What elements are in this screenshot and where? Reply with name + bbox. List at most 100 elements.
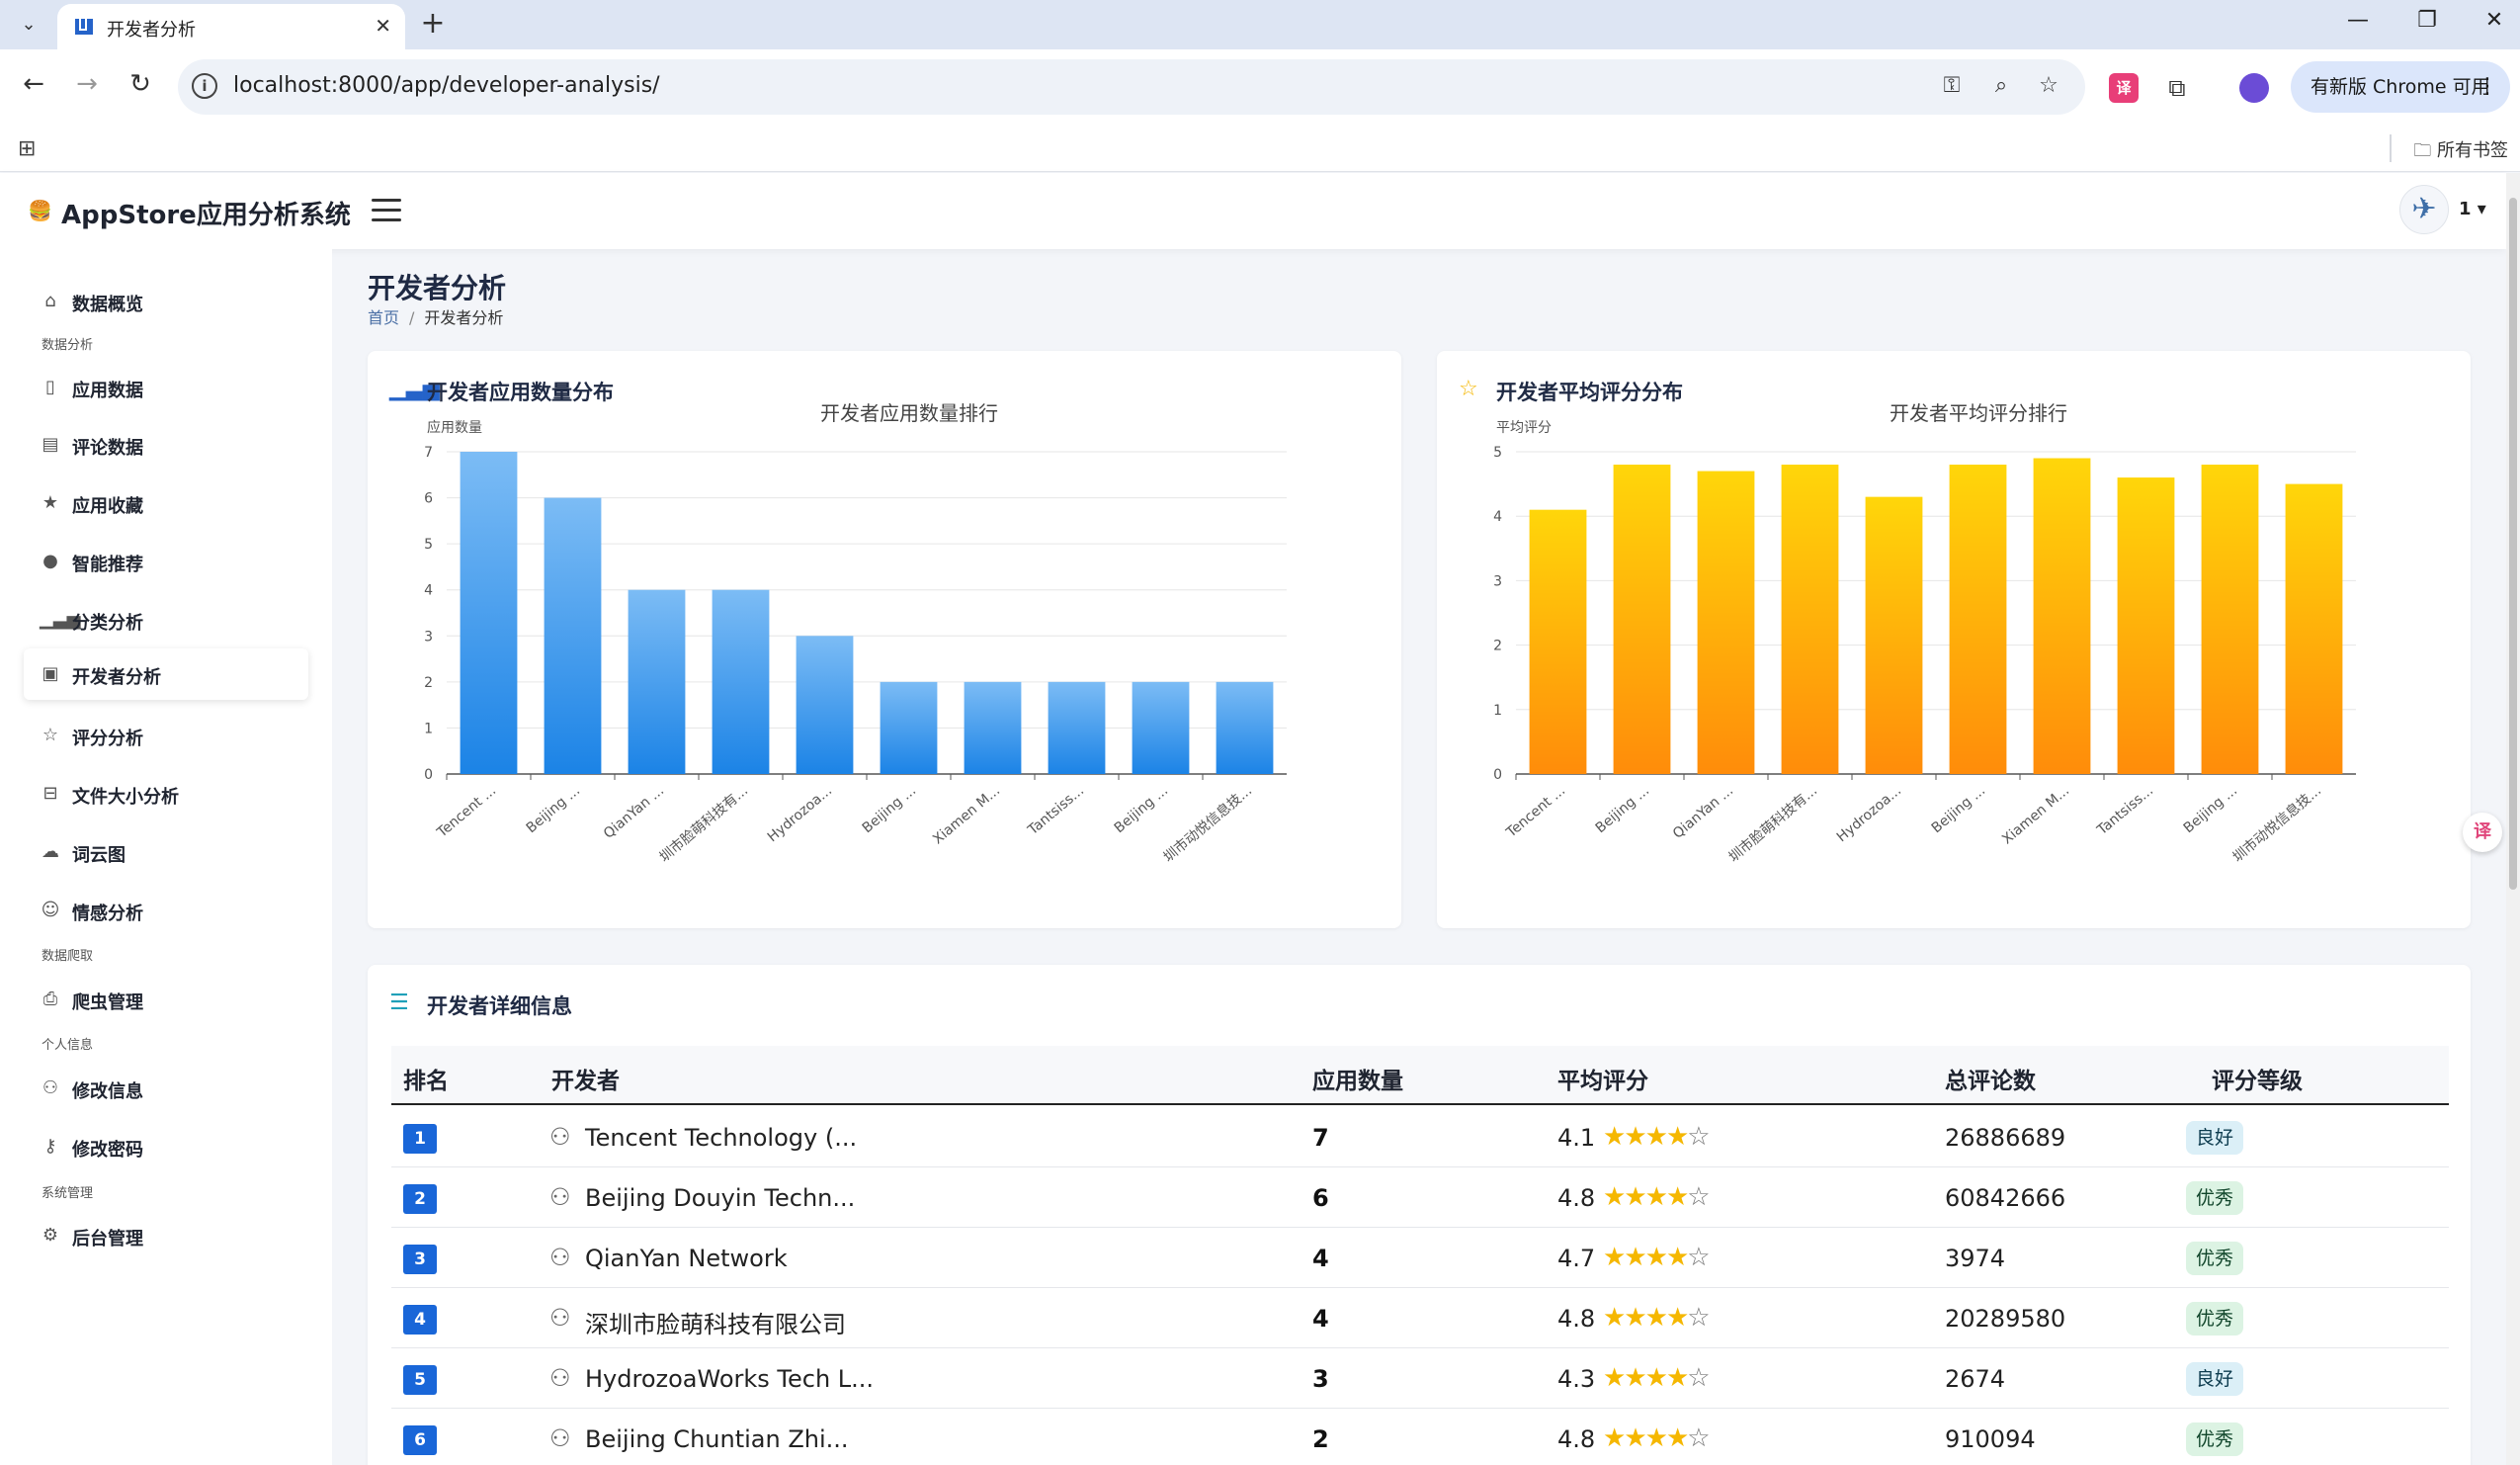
x-tick-label: Xiamen M... xyxy=(1999,783,2072,848)
scrollbar-thumb[interactable] xyxy=(2509,198,2517,890)
browser-tab-strip: ⌄ 开发者分析 ✕ + — ❐ ✕ xyxy=(0,0,2520,49)
table-row[interactable]: 5 ⚇ HydrozoaWorks Tech L... 3 4.3 ★★★★☆ 2674 良好 xyxy=(391,1348,2449,1409)
column-header-reviews[interactable]: 总评论数 xyxy=(1945,1062,2036,1095)
bar[interactable] xyxy=(2117,477,2175,774)
table-row[interactable]: 2 ⚇ Beijing Douyin Techn... 6 4.8 ★★★★☆ 608426… xyxy=(391,1167,2449,1228)
translate-extension-icon[interactable]: 译 xyxy=(2109,73,2139,103)
y-tick-label: 4 xyxy=(1493,509,1502,525)
sidebar-item-admin[interactable]: ⚙ 后台管理 xyxy=(24,1210,308,1261)
sidebar-item-favorites[interactable]: ★ 应用收藏 xyxy=(24,477,308,529)
column-header-developer[interactable]: 开发者 xyxy=(551,1062,620,1095)
bar[interactable] xyxy=(1781,465,1839,774)
bar[interactable] xyxy=(544,497,602,774)
bar[interactable] xyxy=(964,681,1022,774)
star-filled-icon: ★ xyxy=(1603,1363,1626,1393)
sidebar-item-review-data[interactable]: ▤ 评论数据 xyxy=(24,419,308,471)
folder-icon: 🗀 xyxy=(2413,140,2432,161)
review-count: 60842666 xyxy=(1945,1184,2066,1212)
column-header-rank[interactable]: 排名 xyxy=(403,1062,449,1095)
bar[interactable] xyxy=(712,589,770,774)
table-row[interactable]: 1 ⚇ Tencent Technology (... 7 4.1 ★★★★☆ 268866… xyxy=(391,1107,2449,1167)
window-close-icon[interactable]: ✕ xyxy=(2475,8,2514,33)
extensions-puzzle-icon[interactable]: ⧉ xyxy=(2162,73,2192,103)
star-filled-icon: ★ xyxy=(1665,1303,1689,1333)
y-axis-label: 应用数量 xyxy=(427,419,482,436)
sidebar-item-sentiment[interactable]: ☺ 情感分析 xyxy=(24,885,308,936)
zoom-icon[interactable]: ⌕ xyxy=(1986,73,2016,98)
user-menu[interactable]: 1 ▾ xyxy=(2459,199,2486,219)
column-header-apps[interactable]: 应用数量 xyxy=(1312,1062,1403,1095)
bar[interactable] xyxy=(2201,465,2259,774)
back-icon[interactable]: ← xyxy=(16,69,51,99)
reload-icon[interactable]: ↻ xyxy=(123,69,158,99)
tab-search-chevron-icon[interactable]: ⌄ xyxy=(14,9,43,39)
sidebar-item-profile[interactable]: ⚇ 修改信息 xyxy=(24,1063,308,1114)
sidebar-group-label: 数据爬取 xyxy=(42,949,94,964)
sidebar-item-recommend[interactable]: ● 智能推荐 xyxy=(24,536,308,587)
sidebar-item-category[interactable]: ▁▃▅ 分类分析 xyxy=(24,594,308,646)
sidebar-item-rating[interactable]: ☆ 评分分析 xyxy=(24,710,308,761)
table-row[interactable]: 4 ⚇ 深圳市脸萌科技有限公司 4 4.8 ★★★★☆ 20289580 优秀 xyxy=(391,1288,2449,1348)
bar[interactable] xyxy=(1132,681,1190,774)
restore-icon[interactable]: ❐ xyxy=(2407,8,2447,33)
star-empty-icon: ☆ xyxy=(1687,1303,1710,1333)
avg-rating-bar-chart[interactable]: 开发者平均评分排行平均评分 0 1 2 3 4 5 Tencent ... Beijing ..… xyxy=(1437,351,2471,928)
star-filled-icon: ★ xyxy=(1644,1243,1668,1272)
developer-name: 深圳市脸萌科技有限公司 xyxy=(585,1311,846,1338)
x-tick-label: 圳市脸萌科技有... xyxy=(656,782,751,866)
bar[interactable] xyxy=(2285,483,2343,774)
tab-close-icon[interactable]: ✕ xyxy=(375,14,391,38)
site-info-icon[interactable]: i xyxy=(192,73,217,99)
profile-icon[interactable] xyxy=(2239,73,2269,103)
sidebar-item-developer[interactable]: ▣ 开发者分析 xyxy=(24,648,308,700)
column-header-grade[interactable]: 评分等级 xyxy=(2212,1062,2303,1095)
menu-toggle-icon[interactable] xyxy=(372,199,401,222)
sidebar-item-app-data[interactable]: ▯ 应用数据 xyxy=(24,362,308,413)
chrome-update-button[interactable]: 有新版 Chrome 可用 ⋮ xyxy=(2291,61,2510,113)
sidebar-item-password[interactable]: ⚷ 修改密码 xyxy=(24,1121,308,1172)
bar[interactable] xyxy=(1216,681,1274,774)
bar[interactable] xyxy=(1865,496,1923,774)
table-row[interactable]: 3 ⚇ QianYan Network 4 4.7 ★★★★☆ 3974 优秀 xyxy=(391,1228,2449,1288)
bar[interactable] xyxy=(880,681,938,774)
bar[interactable] xyxy=(1529,509,1587,774)
table-row[interactable]: 6 ⚇ Beijing Chuntian Zhi... 2 4.8 ★★★★☆ 910094… xyxy=(391,1409,2449,1465)
sidebar-item-label: 应用收藏 xyxy=(72,496,143,517)
phone-icon: ▯ xyxy=(45,377,55,397)
bar[interactable] xyxy=(1613,465,1671,774)
bar[interactable] xyxy=(460,452,518,774)
floating-translate-icon[interactable]: 译 xyxy=(2463,813,2502,852)
app-title[interactable]: AppStore应用分析系统 xyxy=(61,195,351,231)
bookmark-star-icon[interactable]: ☆ xyxy=(2034,73,2063,98)
app-count-bar-chart[interactable]: 开发者应用数量排行应用数量 0 1 2 3 4 5 6 7 Tencent ... Beijing … xyxy=(368,351,1401,928)
bar[interactable] xyxy=(1048,681,1106,774)
bar[interactable] xyxy=(1949,465,2007,774)
bar[interactable] xyxy=(1697,471,1755,774)
sidebar-item-crawler[interactable]: ⎙ 爬虫管理 xyxy=(24,974,308,1025)
grade-badge: 良好 xyxy=(2186,1362,2244,1396)
sidebar-item-label: 评分分析 xyxy=(72,729,143,749)
chrome-menu-icon[interactable]: ⋮ xyxy=(2477,61,2498,113)
breadcrumb-home[interactable]: 首页 xyxy=(368,308,399,327)
password-key-icon[interactable]: ⚿ xyxy=(1937,73,1967,98)
x-tick-label: Beijing ... xyxy=(860,783,919,836)
star-filled-icon: ★ xyxy=(1624,1122,1646,1152)
minimize-icon[interactable]: — xyxy=(2338,8,2378,33)
column-header-rating[interactable]: 平均评分 xyxy=(1557,1062,1648,1095)
sidebar-item-overview[interactable]: ⌂ 数据概览 xyxy=(24,276,308,327)
address-bar[interactable]: i localhost:8000/app/developer-analysis/… xyxy=(178,59,2085,115)
sidebar-item-filesize[interactable]: ⊟ 文件大小分析 xyxy=(24,768,308,819)
apps-grid-icon[interactable]: ⊞ xyxy=(18,136,36,161)
bar[interactable] xyxy=(2033,458,2091,774)
browser-tab[interactable]: 开发者分析 ✕ xyxy=(57,4,405,49)
new-tab-button[interactable]: + xyxy=(415,6,451,41)
avatar[interactable]: ✈ xyxy=(2399,185,2449,234)
bar[interactable] xyxy=(628,589,686,774)
bar[interactable] xyxy=(796,636,854,774)
x-tick-label: Hydrozoa... xyxy=(1834,783,1904,845)
address-url[interactable]: localhost:8000/app/developer-analysis/ xyxy=(233,73,660,98)
sidebar-item-wordcloud[interactable]: ☁ 词云图 xyxy=(24,826,308,878)
forward-icon[interactable]: → xyxy=(69,69,105,99)
y-tick-label: 1 xyxy=(1493,703,1502,719)
all-bookmarks-button[interactable]: 🗀 所有书签 xyxy=(2413,136,2508,168)
